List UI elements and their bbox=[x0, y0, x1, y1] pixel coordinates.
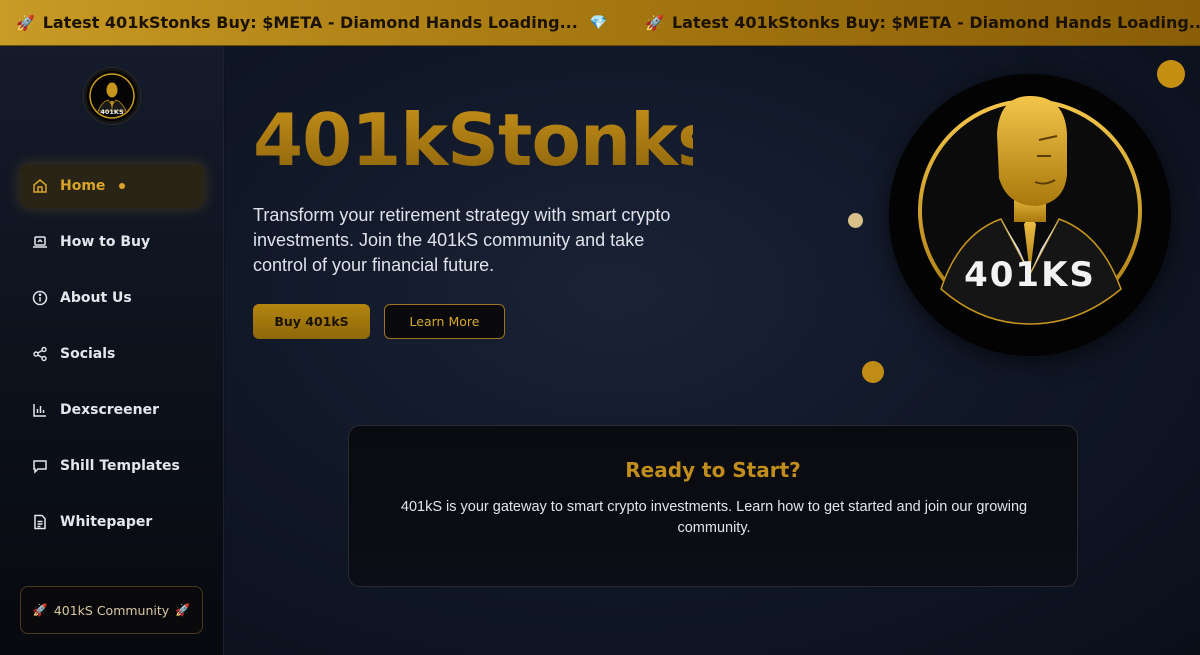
rocket-icon: 🚀 bbox=[32, 603, 48, 617]
sidebar-logo[interactable]: 401KS bbox=[84, 68, 140, 124]
logo-emblem: 401KS bbox=[89, 73, 135, 119]
ready-card: Ready to Start? 401kS is your gateway to… bbox=[348, 425, 1078, 587]
ticker-text: Latest 401kStonks Buy: $META - Diamond H… bbox=[671, 13, 1200, 32]
sidebar-item-label: About Us bbox=[60, 290, 132, 306]
svg-text:401KS: 401KS bbox=[964, 255, 1096, 295]
main-content: 401kStonks Transform your retirement str… bbox=[225, 46, 1200, 655]
rocket-icon: 🚀 bbox=[645, 13, 664, 32]
info-icon bbox=[32, 290, 48, 306]
sidebar-nav: Home How to Buy About Us Socials Dexscre… bbox=[20, 164, 204, 556]
gem-icon: 💎 bbox=[589, 14, 608, 31]
active-indicator bbox=[119, 183, 126, 189]
card-title: Ready to Start? bbox=[625, 458, 801, 482]
ticker-item: 🚀 Latest 401kStonks Buy: $META - Diamond… bbox=[645, 13, 1200, 32]
community-label: 401kS Community bbox=[53, 602, 170, 618]
sidebar-item-label: How to Buy bbox=[60, 234, 151, 250]
sidebar: 401KS Home How to Buy About Us Socials D… bbox=[0, 46, 224, 655]
sidebar-item-label: Home bbox=[60, 178, 106, 194]
sidebar-item-shill-templates[interactable]: Shill Templates bbox=[20, 444, 204, 488]
sidebar-item-home[interactable]: Home bbox=[20, 164, 204, 208]
laptop-icon bbox=[32, 234, 48, 250]
sidebar-item-whitepaper[interactable]: Whitepaper bbox=[20, 500, 204, 544]
sidebar-item-label: Dexscreener bbox=[60, 402, 160, 418]
sidebar-item-dexscreener[interactable]: Dexscreener bbox=[20, 388, 204, 432]
sidebar-item-label: Whitepaper bbox=[60, 514, 153, 530]
sidebar-item-how-to-buy[interactable]: How to Buy bbox=[20, 220, 204, 264]
decorative-bubble bbox=[848, 213, 863, 228]
logo-emblem: 401KS bbox=[889, 74, 1171, 356]
buy-button[interactable]: Buy 401kS bbox=[253, 304, 370, 339]
sidebar-item-about-us[interactable]: About Us bbox=[20, 276, 204, 320]
community-button[interactable]: 🚀 401kS Community 🚀 bbox=[20, 586, 203, 634]
document-icon bbox=[32, 514, 48, 530]
news-ticker: 🚀 Latest 401kStonks Buy: $META - Diamond… bbox=[0, 0, 1200, 46]
ticker-text: Latest 401kStonks Buy: $META - Diamond H… bbox=[42, 13, 578, 32]
message-icon bbox=[32, 458, 48, 474]
decorative-bubble bbox=[862, 361, 884, 383]
ticker-item: 🚀 Latest 401kStonks Buy: $META - Diamond… bbox=[16, 13, 607, 32]
svg-text:401KS: 401KS bbox=[100, 108, 124, 116]
card-text: 401kS is your gateway to smart crypto in… bbox=[400, 499, 1028, 536]
home-icon bbox=[32, 178, 48, 194]
learn-more-button[interactable]: Learn More bbox=[384, 304, 505, 339]
rocket-icon: 🚀 bbox=[16, 13, 35, 32]
sidebar-item-label: Shill Templates bbox=[60, 458, 180, 474]
hero-title: 401kStonks bbox=[253, 98, 693, 182]
bar-chart-icon bbox=[32, 402, 48, 418]
hero-description: Transform your retirement strategy with … bbox=[253, 205, 671, 275]
rocket-icon: 🚀 bbox=[175, 603, 191, 617]
hero-logo: 401KS bbox=[889, 74, 1171, 356]
sidebar-item-socials[interactable]: Socials bbox=[20, 332, 204, 376]
share-icon bbox=[32, 346, 48, 362]
sidebar-item-label: Socials bbox=[60, 346, 116, 362]
